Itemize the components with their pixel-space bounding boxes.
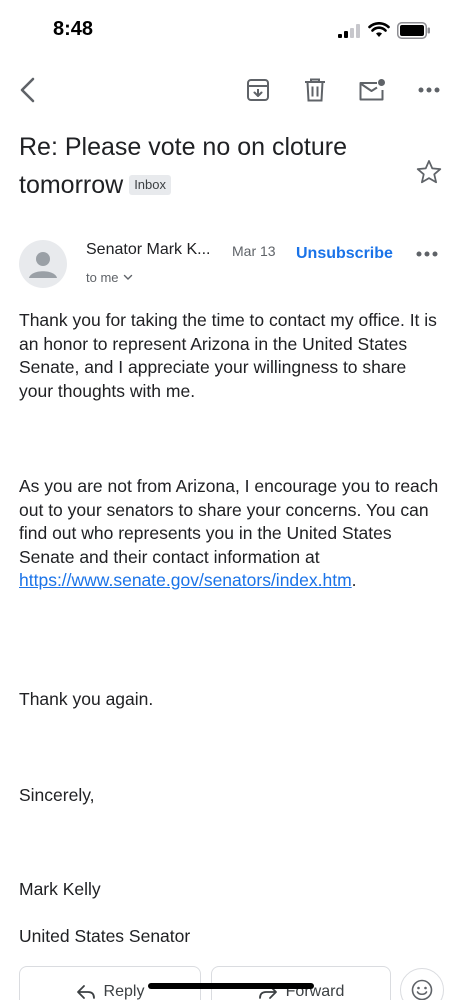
body-paragraph: Thank you again. [19, 689, 154, 709]
home-indicator [148, 983, 314, 989]
cellular-signal-icon [338, 24, 360, 38]
chevron-down-icon [123, 274, 132, 280]
person-icon [29, 252, 57, 278]
back-button[interactable] [10, 70, 46, 110]
wifi-icon [368, 22, 390, 37]
delete-button[interactable] [297, 70, 333, 110]
archive-icon [247, 79, 269, 101]
body-paragraph: Thank you for taking the time to contact… [19, 310, 437, 401]
signature-name: Mark Kelly [19, 879, 101, 899]
status-bar: 8:48 [0, 0, 462, 60]
inbox-label-badge[interactable]: Inbox [129, 175, 171, 195]
archive-button[interactable] [240, 70, 276, 110]
senate-link[interactable]: https://www.senate.gov/senators/index.ht… [19, 570, 352, 590]
star-icon [416, 160, 442, 184]
unsubscribe-button[interactable]: Unsubscribe [296, 245, 393, 263]
more-options-button[interactable] [411, 70, 447, 110]
body-paragraph: Sincerely, [19, 785, 95, 805]
message-more-button[interactable] [416, 244, 442, 264]
battery-icon [397, 22, 430, 39]
reply-icon [76, 985, 95, 999]
star-button[interactable] [415, 158, 443, 186]
email-subject: Re: Please vote no on cloture tomorrow In… [19, 128, 399, 204]
sender-avatar[interactable] [19, 240, 67, 288]
recipient-toggle[interactable]: to me [86, 270, 133, 285]
trash-icon [305, 78, 325, 102]
mail-unread-icon [359, 79, 385, 101]
reply-label: Reply [103, 983, 145, 1000]
recipient-label: to me [86, 270, 119, 285]
emoji-reaction-icon [411, 979, 433, 1000]
email-toolbar [0, 70, 462, 110]
signature-title: United States Senator [19, 926, 191, 946]
subject-text: Re: Please vote no on cloture tomorrow [19, 133, 347, 199]
emoji-reaction-button[interactable] [400, 968, 444, 1000]
mark-unread-button[interactable] [354, 70, 390, 110]
sender-name[interactable]: Senator Mark K... [86, 241, 211, 259]
more-horizontal-icon [418, 87, 440, 93]
body-paragraph-end: . [351, 570, 357, 590]
more-horizontal-icon [416, 251, 438, 257]
email-date: Mar 13 [232, 243, 276, 259]
body-paragraph-text: As you are not from Arizona, I encourage… [19, 476, 439, 567]
chevron-left-icon [20, 77, 35, 103]
status-time: 8:48 [53, 18, 94, 40]
body-paragraph: As you are not from Arizona, I encourage… [19, 475, 444, 593]
